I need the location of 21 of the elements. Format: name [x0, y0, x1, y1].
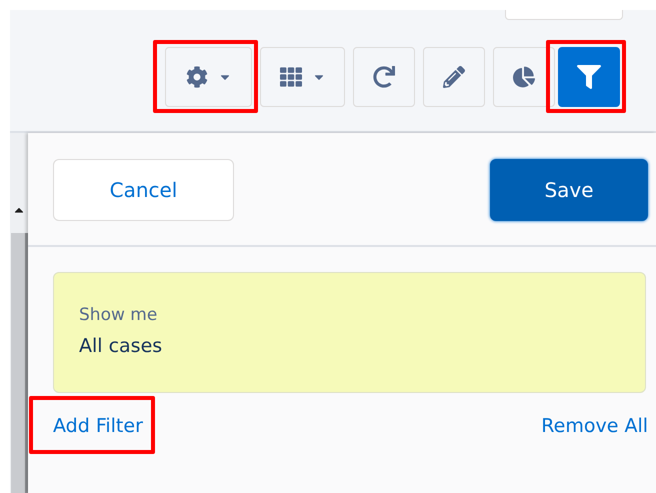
filter-label: Show me — [79, 305, 158, 325]
pie-chart-icon — [513, 66, 535, 88]
filter-card[interactable]: Show me All cases — [53, 272, 646, 393]
cancel-button[interactable]: Cancel — [53, 159, 234, 221]
filter-value: All cases — [79, 335, 162, 357]
text-field[interactable] — [505, 10, 623, 20]
add-filter-link[interactable]: Add Filter — [53, 415, 143, 437]
pie-button[interactable] — [493, 47, 555, 107]
filter-button[interactable] — [558, 47, 620, 107]
table-icon — [280, 66, 302, 88]
refresh-icon — [373, 66, 395, 88]
filter-icon — [577, 65, 601, 89]
pencil-button[interactable] — [423, 47, 485, 107]
save-button[interactable]: Save — [490, 159, 648, 221]
remove-all-link[interactable]: Remove All — [541, 415, 648, 437]
pencil-icon — [443, 66, 465, 88]
gear-button[interactable] — [165, 47, 252, 107]
gear-icon — [186, 66, 208, 88]
scrollbar-thumb[interactable] — [10, 233, 28, 493]
table-button[interactable] — [260, 47, 345, 107]
refresh-button[interactable] — [353, 47, 415, 107]
